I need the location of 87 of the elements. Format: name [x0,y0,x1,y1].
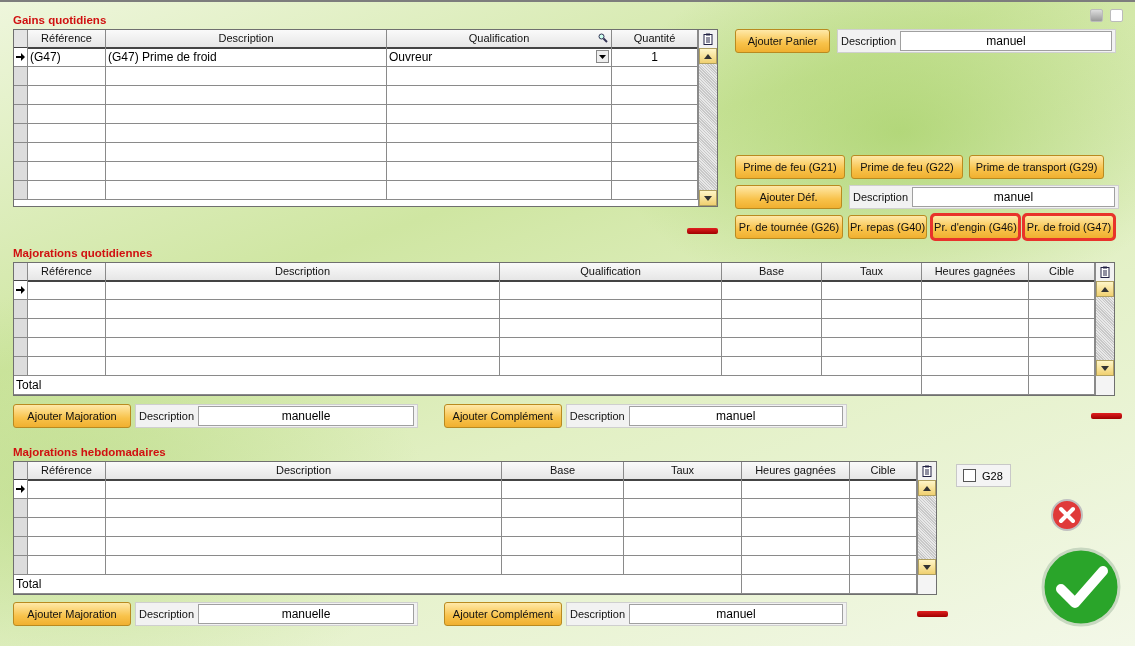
scroll-button[interactable] [1096,281,1114,297]
indicator-mark [1091,413,1122,419]
section-title: Majorations hebdomadaires [13,445,166,460]
bonus-button[interactable]: Prime de transport (G29) [969,155,1104,179]
column-header[interactable]: Base [722,263,822,282]
clipboard-icon[interactable] [703,33,713,45]
column-header[interactable]: Cible [850,462,917,481]
indicator-mark [917,611,948,617]
scroll-up-icon[interactable] [704,53,712,59]
column-header[interactable]: Référence [28,30,106,49]
checkbox-label: G28 [982,469,1003,482]
description-label: Description [139,608,195,620]
header-cell[interactable] [918,462,936,480]
column-header[interactable]: Cible [1029,263,1095,282]
clipboard-icon[interactable] [922,465,932,477]
checkbox[interactable] [963,469,976,482]
bonus-button[interactable]: Pr. d'engin (G46) [932,215,1019,239]
header-cell[interactable] [1096,263,1114,281]
description-field[interactable]: manuelle [198,604,414,624]
scroll-down-icon[interactable] [923,564,931,570]
table-cell: (G47) [28,48,106,67]
scrollbar[interactable] [918,480,936,575]
table-cell: 1 [612,48,698,67]
section-title: Majorations quotidiennes [13,246,153,261]
column-header[interactable]: Taux [822,263,922,282]
column-header[interactable]: Qualification [387,30,612,49]
scroll-up-icon[interactable] [1101,286,1109,292]
add-button[interactable]: Ajouter Complément [444,602,562,626]
bonus-button[interactable]: Pr. de froid (G47) [1024,215,1114,239]
column-header[interactable]: Qualification [500,263,722,282]
scroll-up-icon[interactable] [923,485,931,491]
scrollbar[interactable] [1096,281,1114,376]
add-basket-button[interactable]: Ajouter Panier [735,29,830,53]
description-field[interactable]: manuel [629,604,843,624]
column-header[interactable]: Référence [28,263,106,282]
column-header[interactable]: Heures gagnées [742,462,850,481]
scrollbar[interactable] [699,48,717,206]
row-pointer-icon [16,53,25,61]
column-header[interactable]: Base [502,462,624,481]
table-cell: (G47) Prime de froid [106,48,387,67]
cancel-icon[interactable] [1051,499,1083,531]
add-button[interactable]: Ajouter Majoration [13,404,131,428]
row-pointer-icon [16,286,25,294]
column-header[interactable]: Description [106,30,387,49]
table-cell: Ouvreur [387,48,612,67]
description-field[interactable]: manuelle [198,406,414,426]
header-cell[interactable] [699,30,717,48]
description-label: Description [841,35,897,47]
row-pointer-icon [16,485,25,493]
description-label: Description [139,410,195,422]
total-label: Total [14,575,742,594]
description-field[interactable]: manuel [628,406,843,426]
scroll-button[interactable] [918,559,936,575]
search-icon[interactable] [598,33,608,43]
dropdown-icon[interactable] [596,50,609,63]
clipboard-icon[interactable] [1100,266,1110,278]
bonus-button[interactable]: Prime de feu (G21) [735,155,845,179]
confirm-icon[interactable] [1041,547,1121,627]
add-button[interactable]: Ajouter Majoration [13,602,131,626]
column-header[interactable]: Taux [624,462,742,481]
section-title: Gains quotidiens [13,13,107,28]
description-field[interactable]: manuel [900,31,1112,51]
add-default-button[interactable]: Ajouter Déf. [735,185,842,209]
indicator-mark [687,228,718,234]
column-header[interactable]: Description [106,462,502,481]
total-label: Total [14,376,922,395]
row-selector[interactable] [14,480,28,499]
description-label: Description [853,191,909,203]
row-selector[interactable] [14,48,28,67]
add-button[interactable]: Ajouter Complément [443,404,562,428]
scroll-down-icon[interactable] [704,195,712,201]
scroll-button[interactable] [699,48,717,64]
scroll-down-icon[interactable] [1101,365,1109,371]
scroll-button[interactable] [699,190,717,206]
column-header[interactable]: Heures gagnées [922,263,1029,282]
bonus-button[interactable]: Prime de feu (G22) [851,155,963,179]
scroll-button[interactable] [918,480,936,496]
column-header[interactable]: Description [106,263,500,282]
bonus-button[interactable]: Pr. repas (G40) [848,215,927,239]
description-label: Description [570,608,626,620]
description-field[interactable]: manuel [912,187,1115,207]
row-selector[interactable] [14,281,28,300]
column-header[interactable]: Référence [28,462,106,481]
bonus-button[interactable]: Pr. de tournée (G26) [735,215,843,239]
description-label: Description [569,410,625,422]
column-header[interactable]: Quantité [612,30,698,49]
scroll-button[interactable] [1096,360,1114,376]
